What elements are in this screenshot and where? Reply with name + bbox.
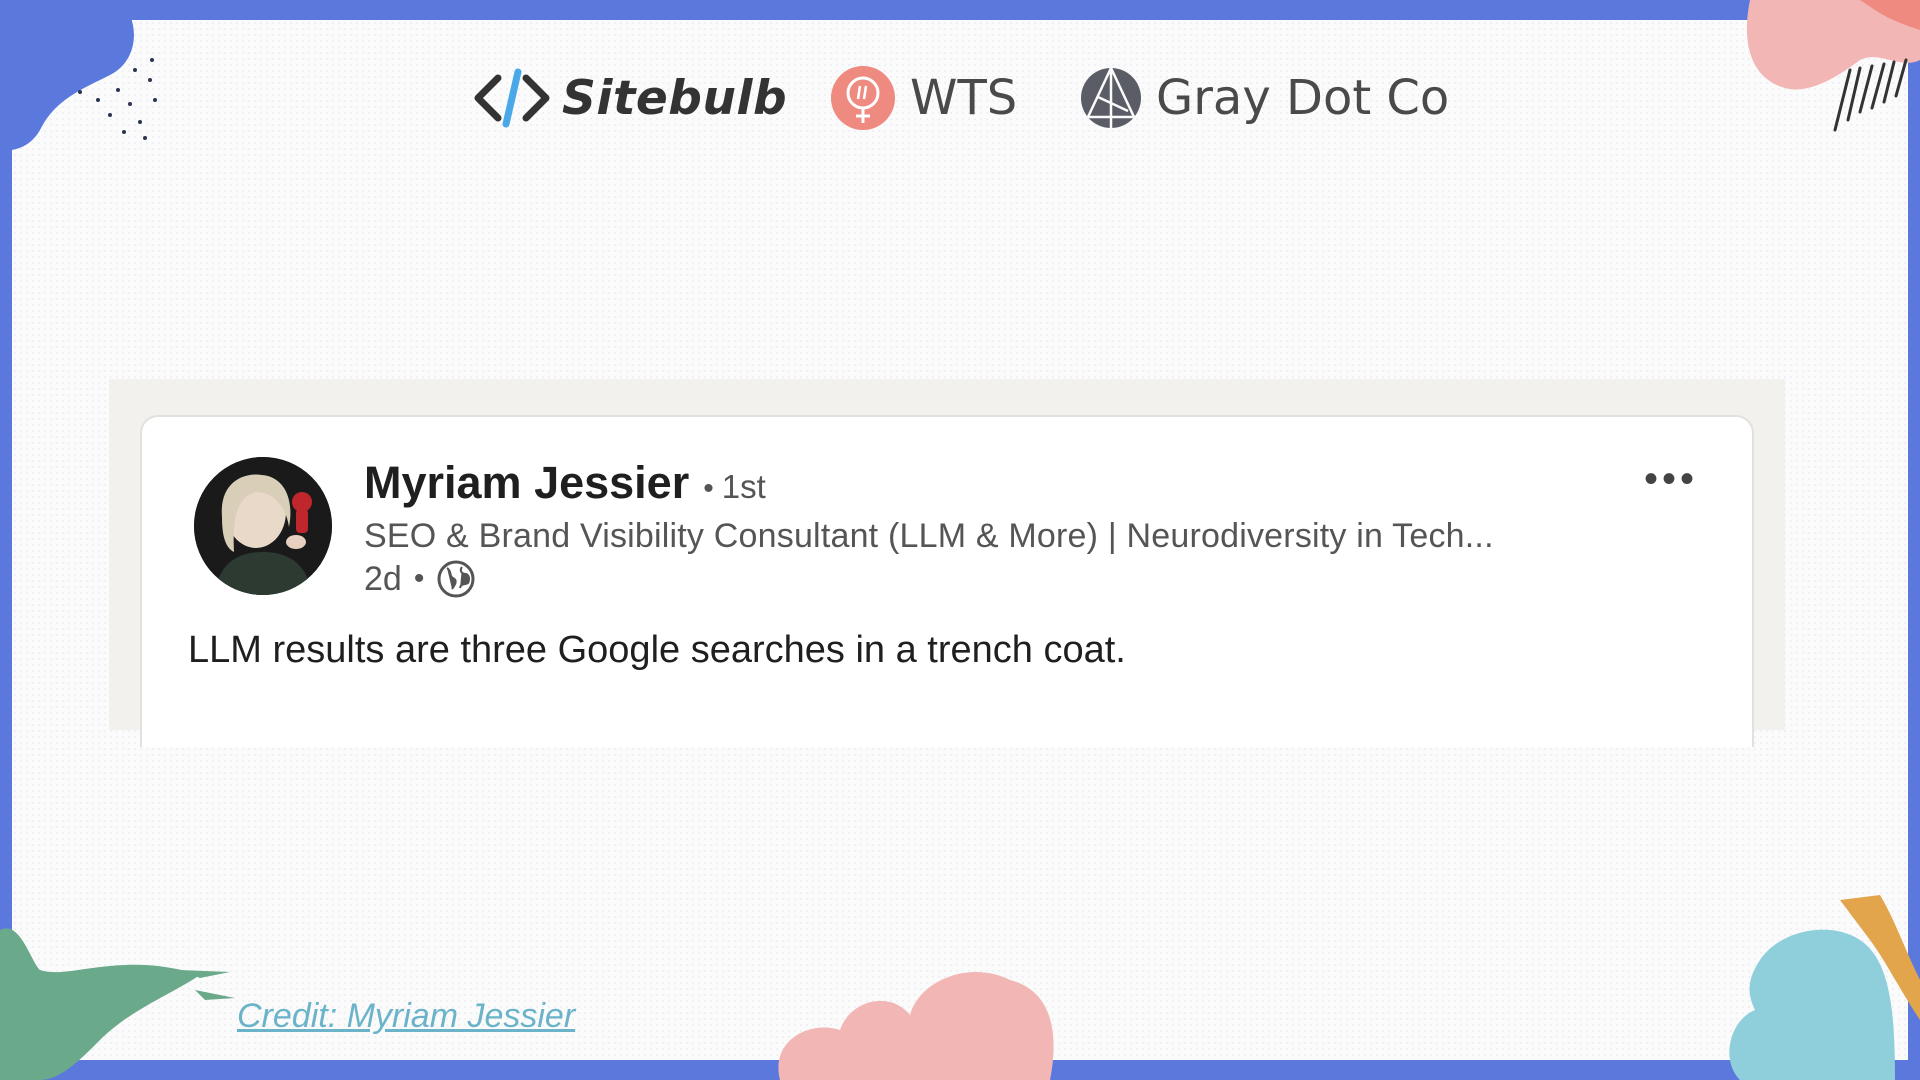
- graydot-sphere-icon: [1081, 67, 1141, 128]
- connection-degree: 1st: [721, 468, 766, 505]
- author-name[interactable]: Myriam Jessier: [364, 457, 689, 509]
- sitebulb-logo: Sitebulb: [472, 58, 787, 138]
- separator-dot: •: [413, 562, 425, 595]
- post-card: Myriam Jessier • 1st SEO & Brand Visibil…: [140, 415, 1754, 747]
- decor-blob-bottom-right: [1729, 895, 1920, 1080]
- author-headline: SEO & Brand Visibility Consultant (LLM &…: [364, 517, 1494, 555]
- graydot-logo: Gray Dot Co: [1080, 58, 1449, 138]
- decor-blob-bottom-center: [778, 972, 1054, 1080]
- avatar-photo: [194, 457, 332, 595]
- wts-logo: WTS: [830, 58, 1017, 138]
- linkedin-post-screenshot: Myriam Jessier • 1st SEO & Brand Visibil…: [109, 379, 1785, 747]
- author-row: Myriam Jessier • 1st: [364, 457, 766, 509]
- globe-icon: [437, 560, 475, 598]
- post-time: 2d: [364, 559, 402, 598]
- wts-wordmark: WTS: [910, 70, 1018, 126]
- wts-venus-icon: [831, 66, 895, 130]
- post-meta: 2d •: [364, 559, 476, 599]
- graydot-wordmark: Gray Dot Co: [1156, 70, 1450, 126]
- post-text: LLM results are three Google searches in…: [188, 629, 1126, 671]
- sponsor-logos: Sitebulb WTS Gray Dot Co: [0, 58, 1920, 138]
- avatar[interactable]: [194, 457, 332, 595]
- sitebulb-wordmark: Sitebulb: [562, 70, 788, 126]
- decor-blob-bottom-left: [0, 928, 235, 1080]
- separator-dot: •: [703, 472, 714, 505]
- more-options-button[interactable]: •••: [1644, 459, 1698, 499]
- code-brackets-icon: [474, 68, 550, 128]
- credit-link[interactable]: Credit: Myriam Jessier: [237, 997, 575, 1036]
